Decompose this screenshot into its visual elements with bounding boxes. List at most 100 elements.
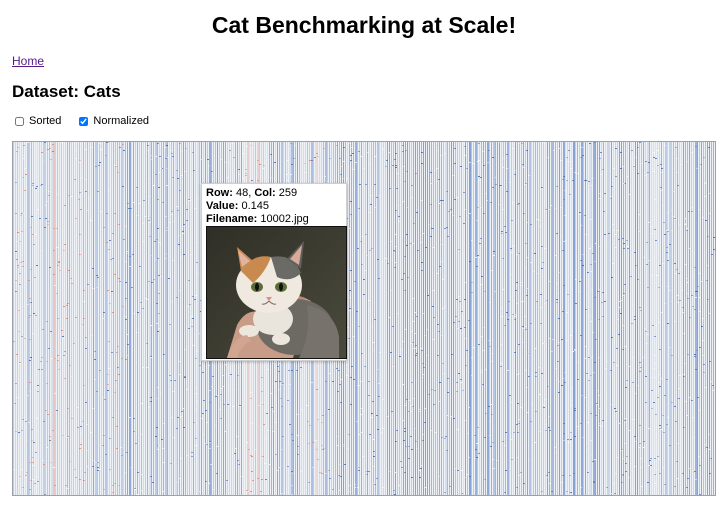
heatmap-column-stripe [457, 142, 458, 495]
heatmap-cell [157, 331, 159, 332]
heatmap-column-stripe [707, 142, 708, 495]
heatmap-cell [626, 380, 628, 381]
heatmap-cell [627, 176, 629, 177]
heatmap-cell [258, 405, 260, 406]
heatmap-column-stripe [589, 142, 591, 495]
heatmap-cell [16, 354, 18, 355]
heatmap-cell [647, 482, 649, 483]
heatmap-cell [172, 177, 174, 178]
home-link[interactable]: Home [12, 54, 44, 68]
heatmap-column-stripe [139, 142, 140, 495]
heatmap-column-stripe [677, 142, 678, 495]
heatmap-cell [129, 266, 131, 267]
heatmap-cell [35, 452, 37, 453]
heatmap-column-stripe [685, 142, 686, 495]
heatmap-column-stripe [161, 142, 162, 495]
heatmap-cell [134, 488, 136, 489]
heatmap-cell [32, 234, 34, 235]
heatmap-cell [516, 424, 518, 425]
heatmap-cell [587, 272, 589, 273]
heatmap-cell [629, 194, 631, 195]
heatmap-cell [188, 328, 190, 329]
heatmap-cell [595, 243, 597, 244]
heatmap-cell [194, 409, 196, 410]
heatmap-cell [610, 404, 612, 405]
heatmap-column-stripe [483, 142, 484, 495]
heatmap-cell [561, 339, 563, 340]
heatmap-cell [184, 376, 186, 377]
heatmap-cell [87, 284, 89, 285]
heatmap-cell [361, 353, 363, 354]
heatmap-cell [146, 150, 148, 151]
heatmap-cell [191, 452, 193, 453]
normalized-checkbox[interactable] [79, 116, 89, 126]
heatmap-cell [626, 456, 628, 457]
heatmap-cell [560, 160, 562, 161]
heatmap-cell [118, 485, 120, 486]
heatmap-cell [444, 438, 446, 439]
heatmap-cell [150, 155, 152, 156]
heatmap-cell [316, 389, 318, 390]
heatmap-column-stripe [49, 142, 50, 495]
heatmap-cell [522, 164, 524, 165]
heatmap-cell [64, 244, 66, 245]
heatmap-cell [691, 400, 693, 401]
heatmap-cell [414, 333, 416, 334]
heatmap-cell [687, 354, 689, 355]
heatmap-cell [255, 449, 257, 450]
heatmap-cell [675, 421, 677, 422]
heatmap-cell [456, 382, 458, 383]
heatmap-cell [597, 404, 599, 405]
heatmap-cell [21, 231, 23, 232]
heatmap-cell [45, 205, 47, 206]
heatmap-canvas[interactable] [13, 142, 715, 495]
heatmap-column-stripe [643, 142, 644, 495]
heatmap-cell [438, 203, 440, 204]
heatmap-cell [25, 421, 27, 422]
heatmap-cell [708, 449, 710, 450]
heatmap-cell [644, 328, 646, 329]
heatmap-cell [394, 494, 396, 495]
heatmap-cell [186, 455, 188, 456]
sorted-option[interactable]: Sorted [13, 115, 61, 127]
heatmap-cell [74, 179, 76, 180]
heatmap-cell [697, 286, 699, 287]
heatmap-cell [515, 314, 517, 315]
heatmap-cell [714, 202, 715, 203]
heatmap-cell [296, 370, 298, 371]
heatmap-cell [674, 321, 676, 322]
heatmap-cell [179, 190, 181, 191]
heatmap-cell [31, 429, 33, 430]
heatmap-cell [464, 327, 466, 328]
heatmap-column-stripe [357, 142, 358, 495]
heatmap-cell [480, 238, 482, 239]
heatmap-cell [637, 279, 639, 280]
normalized-option[interactable]: Normalized [77, 115, 149, 127]
heatmap[interactable] [12, 141, 716, 496]
heatmap-cell [196, 401, 198, 402]
heatmap-cell [624, 284, 626, 285]
heatmap-cell [16, 151, 18, 152]
heatmap-cell [714, 152, 715, 153]
heatmap-cell [438, 331, 440, 332]
heatmap-cell [615, 176, 617, 177]
sorted-checkbox[interactable] [15, 116, 24, 126]
heatmap-cell [671, 230, 673, 231]
heatmap-cell [451, 354, 453, 355]
heatmap-cell [239, 406, 241, 407]
heatmap-cell [382, 487, 384, 488]
heatmap-cell [181, 175, 183, 176]
heatmap-cell [505, 432, 507, 433]
heatmap-cell [616, 365, 618, 366]
heatmap-cell [563, 433, 565, 434]
heatmap-cell [20, 262, 22, 263]
heatmap-cell [396, 188, 398, 189]
heatmap-cell [686, 415, 688, 416]
heatmap-cell [700, 281, 702, 282]
heatmap-cell [405, 403, 407, 404]
heatmap-cell [18, 432, 20, 433]
heatmap-cell [124, 472, 126, 473]
heatmap-cell [461, 333, 463, 334]
heatmap-cell [458, 296, 460, 297]
heatmap-cell [714, 411, 715, 412]
